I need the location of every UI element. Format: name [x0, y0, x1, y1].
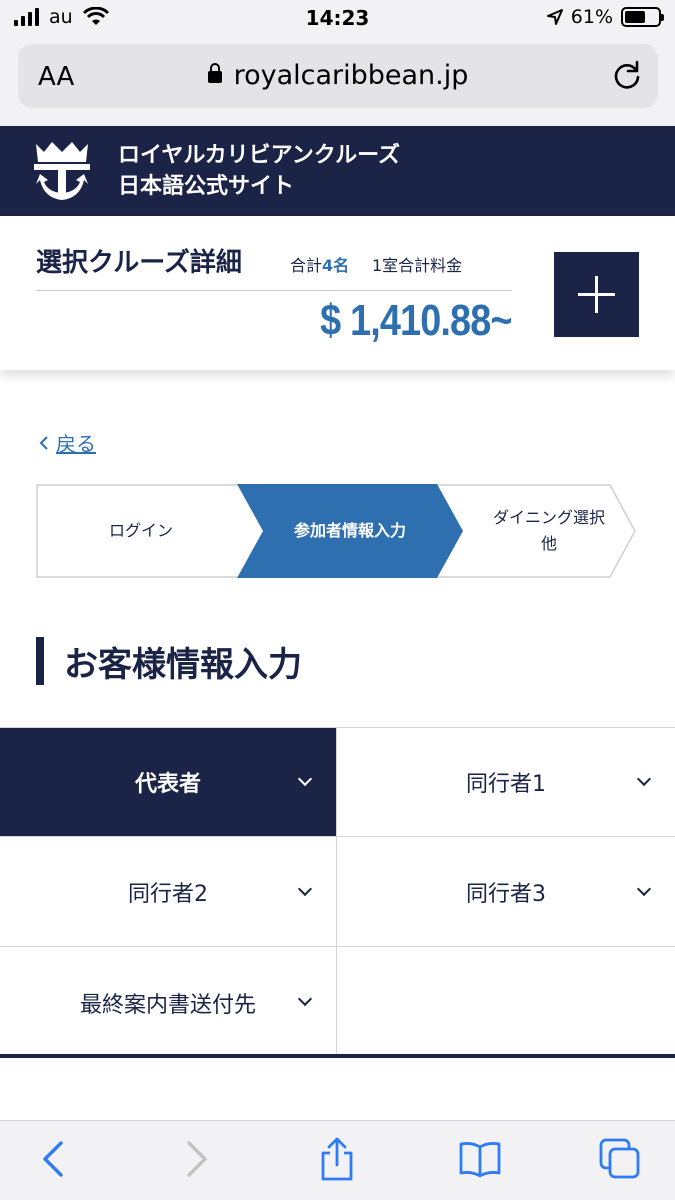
- back-arrow-icon[interactable]: [33, 1137, 77, 1181]
- forward-arrow-icon[interactable]: [173, 1137, 217, 1181]
- tab-final-document-address[interactable]: 最終案内書送付先: [0, 948, 336, 1057]
- chevron-left-icon: [39, 435, 48, 450]
- tab-companion-1[interactable]: 同行者1: [337, 728, 675, 837]
- site-title-line1: ロイヤルカリビアンクルーズ: [118, 143, 401, 168]
- url-text: royalcaribbean.jp: [233, 60, 469, 91]
- browser-toolbar: [0, 1120, 675, 1200]
- guest-tabs: 代表者 同行者1 同行者2 同行者3 最終案内書送付先: [0, 727, 675, 1058]
- status-right: 61%: [546, 6, 664, 28]
- lock-icon: [207, 63, 222, 83]
- grid-bottom-border: [0, 1054, 675, 1058]
- status-bar: au 14:23 61%: [0, 0, 675, 40]
- crown-anchor-logo-icon[interactable]: [30, 138, 94, 204]
- summary-title: 選択クルーズ詳細: [36, 248, 242, 278]
- share-icon[interactable]: [315, 1137, 359, 1181]
- chevron-down-icon: [636, 881, 652, 897]
- price-label: 1室合計料金: [372, 256, 463, 275]
- tab-representative[interactable]: 代表者: [0, 728, 336, 837]
- section-title: お客様情報入力: [64, 644, 302, 685]
- tab-label: 最終案内書送付先: [79, 992, 256, 1018]
- site-title[interactable]: ロイヤルカリビアンクルーズ 日本語公式サイト: [118, 140, 400, 202]
- expand-summary-button[interactable]: [554, 252, 639, 337]
- heading-accent-bar: [36, 637, 44, 685]
- summary-divider: [36, 290, 512, 291]
- step-participant-info: 参加者情報入力: [293, 521, 406, 540]
- chevron-down-icon: [297, 881, 313, 897]
- chevron-down-icon: [297, 991, 313, 1007]
- guest-count: 合計4名: [290, 252, 349, 276]
- reload-icon[interactable]: [610, 58, 644, 92]
- battery-percent: 61%: [570, 6, 613, 28]
- site-title-line2: 日本語公式サイト: [118, 174, 295, 199]
- site-header: ロイヤルカリビアンクルーズ 日本語公式サイト: [0, 126, 675, 216]
- cruise-summary: 選択クルーズ詳細 合計4名 1室合計料金 $ 1,410.88~: [0, 216, 675, 370]
- tab-companion-3[interactable]: 同行者3: [337, 838, 675, 947]
- tab-label: 同行者2: [128, 882, 208, 907]
- bookmarks-icon[interactable]: [458, 1137, 502, 1181]
- tab-label: 同行者3: [466, 882, 546, 907]
- browser-address-area: AA royalcaribbean.jp: [0, 40, 675, 126]
- location-arrow-icon: [546, 9, 563, 25]
- guest-count-value: 4名: [322, 256, 350, 275]
- url-display[interactable]: royalcaribbean.jp: [18, 60, 658, 91]
- tabs-icon[interactable]: [598, 1137, 642, 1181]
- step-dining: ダイニング選択他: [492, 508, 605, 553]
- back-link[interactable]: 戻る: [38, 428, 96, 457]
- step-login: ログイン: [108, 521, 173, 540]
- tab-label: 同行者1: [466, 772, 546, 797]
- total-price: $ 1,410.88~: [320, 296, 513, 345]
- tab-label: 代表者: [134, 772, 201, 797]
- address-bar[interactable]: AA royalcaribbean.jp: [18, 44, 658, 108]
- battery-icon: [621, 7, 664, 27]
- tab-companion-2[interactable]: 同行者2: [0, 838, 336, 947]
- chevron-down-icon: [297, 771, 313, 787]
- grid-divider: [336, 728, 337, 1058]
- section-heading: お客様情報入力: [36, 636, 302, 686]
- guest-count-prefix: 合計: [290, 256, 323, 275]
- back-link-label: 戻る: [56, 432, 96, 456]
- progress-steps: ログイン 参加者情報入力 ダイニング選択他: [36, 484, 636, 578]
- chevron-down-icon: [636, 771, 652, 787]
